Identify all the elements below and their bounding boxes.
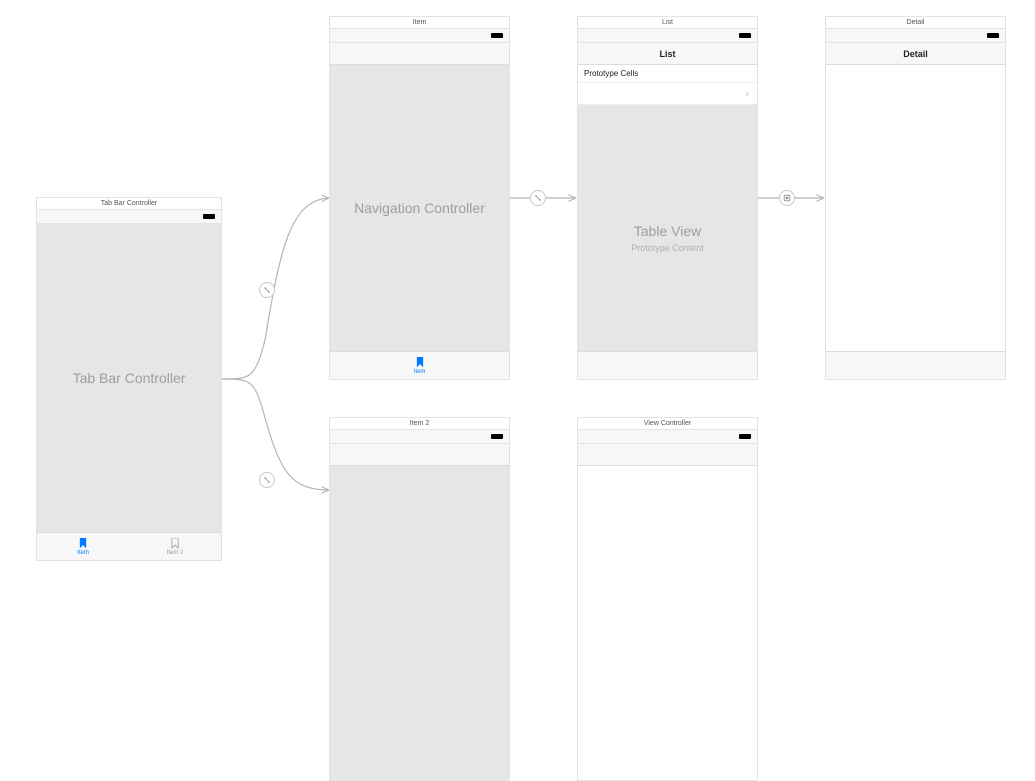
nav-bar[interactable] [578, 444, 757, 466]
scene-header[interactable]: Item 2 [330, 418, 509, 430]
scene-nav-controller-item2[interactable]: Item 2 [329, 417, 510, 781]
placeholder-title: Tab Bar Controller [73, 370, 186, 386]
battery-icon [491, 434, 503, 439]
scene-tab-bar-controller[interactable]: Tab Bar Controller Tab Bar Controller It… [36, 197, 222, 561]
table-view[interactable]: Prototype Cells › Table View Prototype C… [578, 65, 757, 351]
placeholder-title: Navigation Controller [354, 200, 485, 216]
scene-header[interactable]: Item [330, 17, 509, 29]
scene-view-controller[interactable]: View Controller [577, 417, 758, 781]
disclosure-indicator-icon: › [745, 88, 749, 100]
status-bar [826, 29, 1005, 43]
tab-bar-placeholder [578, 351, 757, 379]
scene-nav-controller-item[interactable]: Item Navigation Controller Item [329, 16, 510, 380]
battery-icon [739, 33, 751, 38]
controller-body: Navigation Controller [330, 65, 509, 351]
battery-icon [739, 434, 751, 439]
status-bar [330, 29, 509, 43]
section-header-prototype-cells: Prototype Cells [578, 65, 757, 83]
status-bar [578, 29, 757, 43]
scene-header[interactable]: List [578, 17, 757, 29]
battery-icon [491, 33, 503, 38]
tab-item-item[interactable]: Item [37, 533, 129, 560]
status-bar [578, 430, 757, 444]
scene-title: Tab Bar Controller [101, 200, 157, 207]
tab-bar-placeholder [826, 351, 1005, 379]
status-bar [330, 430, 509, 444]
controller-body: Tab Bar Controller [37, 224, 221, 532]
table-placeholder: Table View Prototype Content [578, 125, 757, 351]
tab-label: Item [414, 369, 426, 375]
scene-title: View Controller [644, 420, 691, 427]
view-body [826, 65, 1005, 351]
nav-bar[interactable]: List [578, 43, 757, 65]
scene-list[interactable]: List List Prototype Cells › Table View P… [577, 16, 758, 380]
scene-title: List [662, 19, 673, 26]
tab-bar[interactable]: Item [330, 351, 509, 379]
bookmark-icon [415, 357, 425, 368]
nav-bar[interactable] [330, 43, 509, 65]
battery-icon [987, 33, 999, 38]
segue-badge-show[interactable] [779, 190, 795, 206]
nav-bar[interactable]: Detail [826, 43, 1005, 65]
prototype-cell[interactable]: › [578, 83, 757, 105]
nav-title: Detail [903, 49, 928, 59]
bookmark-icon [78, 538, 88, 549]
tab-item-item[interactable]: Item [330, 352, 509, 379]
scene-header[interactable]: Tab Bar Controller [37, 198, 221, 210]
scene-title: Item 2 [410, 420, 429, 427]
nav-title: List [659, 49, 675, 59]
segue-badge-relationship-1[interactable] [259, 282, 275, 298]
nav-bar[interactable] [330, 444, 509, 466]
controller-body [330, 466, 509, 780]
placeholder-title: Table View [634, 223, 701, 239]
placeholder-subtitle: Prototype Content [631, 243, 704, 253]
view-body [578, 466, 757, 780]
segue-badge-root[interactable] [530, 190, 546, 206]
status-bar [37, 210, 221, 224]
section-header-label: Prototype Cells [584, 69, 638, 78]
scene-title: Item [413, 19, 427, 26]
bookmark-icon [170, 538, 180, 549]
scene-header[interactable]: Detail [826, 17, 1005, 29]
battery-icon [203, 214, 215, 219]
tab-item-item2[interactable]: Item 2 [129, 533, 221, 560]
tab-label: Item [77, 550, 89, 556]
scene-detail[interactable]: Detail Detail [825, 16, 1006, 380]
scene-title: Detail [907, 19, 925, 26]
tab-label: Item 2 [167, 550, 184, 556]
scene-header[interactable]: View Controller [578, 418, 757, 430]
segue-badge-relationship-2[interactable] [259, 472, 275, 488]
tab-bar[interactable]: Item Item 2 [37, 532, 221, 560]
